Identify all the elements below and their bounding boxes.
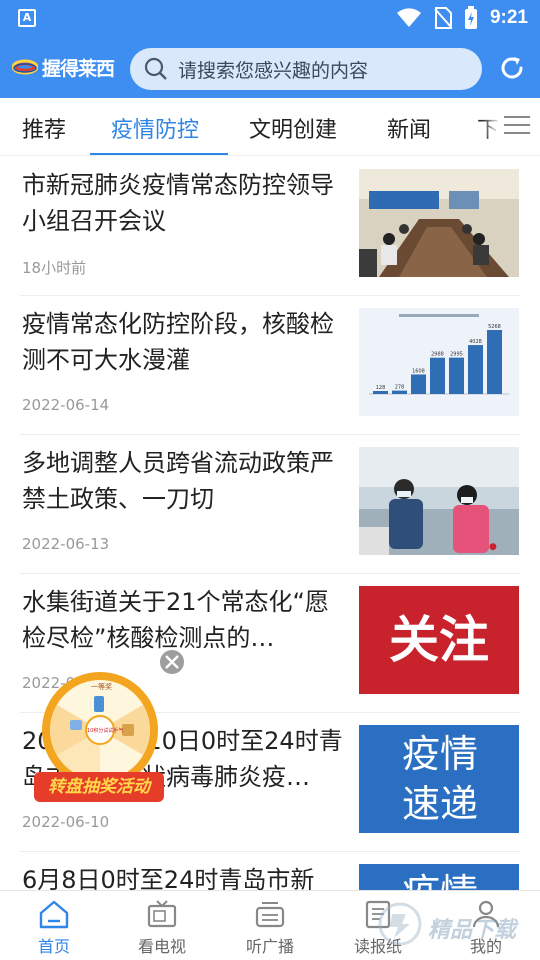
thumb-chart-bar: [468, 345, 483, 394]
active-tab-indicator: [90, 153, 228, 155]
app-logo: 握得莱西: [12, 52, 115, 82]
prize-wheel-icon: 一等奖 10积分试试手气: [42, 672, 158, 788]
battery-icon: [464, 6, 477, 29]
news-item[interactable]: 市新冠肺炎疫情常态防控领导小组召开会议 18小时前: [0, 157, 540, 296]
nav-label: 首页: [37, 937, 70, 956]
wifi-icon: [396, 8, 421, 27]
tile-text: 疫情速递: [401, 732, 478, 826]
epidemic-brief-tile[interactable]: 疫情: [359, 864, 519, 890]
wheel-banner[interactable]: 转盘抽奖活动: [34, 772, 164, 802]
thumb-chart-bar: [411, 374, 426, 394]
news-item[interactable]: 疫情常态化防控阶段，核酸检测不可大水漫灌 2022-06-14 128 278 16…: [0, 296, 540, 435]
radio-icon: [255, 902, 285, 928]
thumb-chart-bar: [449, 357, 464, 394]
nav-tv[interactable]: 看电视: [108, 891, 216, 960]
home-icon: [39, 900, 69, 929]
tile-text: 疫情: [395, 868, 485, 890]
nav-home[interactable]: 首页: [0, 891, 108, 960]
thumb-chart-label: 128: [376, 385, 386, 391]
bar-chart-image[interactable]: 128 278 1608 2988 2995 4028 5268: [359, 308, 519, 416]
channel-menu-icon[interactable]: [500, 112, 534, 142]
close-icon[interactable]: [158, 648, 186, 676]
news-title[interactable]: 6月8日0时至24时青岛市新: [22, 862, 344, 890]
attention-tile[interactable]: 关注: [359, 586, 519, 694]
logo-text: 握得莱西: [42, 57, 115, 80]
search-icon: [144, 57, 167, 80]
tab-epidemic-control[interactable]: 疫情防控: [111, 112, 199, 144]
search-placeholder: 请搜索您感兴趣的内容: [178, 59, 369, 82]
wheel-center-text: 10积分试试手气: [87, 727, 123, 734]
refresh-icon[interactable]: [498, 54, 526, 82]
app-header: 握得莱西 请搜索您感兴趣的内容: [0, 36, 540, 98]
wheel-prize-top: 一等奖: [91, 682, 112, 691]
epidemic-brief-tile[interactable]: 疫情速递: [359, 725, 519, 833]
tab-civilization[interactable]: 文明创建: [249, 112, 337, 144]
nav-radio[interactable]: 听广播: [216, 891, 324, 960]
thumb-chart-label: 2995: [450, 352, 463, 358]
thumb-chart-label: 2988: [431, 352, 444, 358]
nav-label: 看电视: [137, 937, 186, 956]
thumb-chart-label: 278: [395, 385, 405, 391]
thumb-chart-bar: [430, 357, 445, 394]
news-time: 18小时前: [22, 259, 87, 277]
status-bar: A 9:21: [0, 0, 540, 36]
tile-text: 关注: [389, 610, 489, 669]
watermark: 精品下载: [376, 900, 526, 952]
tab-recommend[interactable]: 推荐: [22, 112, 66, 144]
no-sim-icon: [434, 7, 452, 29]
logo-swirl-icon: [12, 59, 38, 75]
news-title[interactable]: 市新冠肺炎疫情常态防控领导小组召开会议: [22, 167, 344, 239]
thumb-chart-bar: [487, 330, 502, 394]
watermark-text: 精品下载: [428, 918, 517, 943]
clock: 9:21: [489, 7, 528, 28]
news-title[interactable]: 多地调整人员跨省流动政策严禁土政策、一刀切: [22, 445, 344, 517]
thumb-chart-bar: [392, 390, 407, 394]
news-time: 2022-06-10: [22, 813, 110, 831]
watermark-logo-icon: [378, 902, 422, 946]
category-tabs: 推荐 疫情防控 文明创建 新闻 下: [0, 98, 540, 156]
tab-more[interactable]: 下: [477, 112, 499, 144]
news-time: 2022-06-13: [22, 535, 110, 553]
nav-label: 听广播: [245, 937, 294, 956]
news-title[interactable]: 疫情常态化防控阶段，核酸检测不可大水漫灌: [22, 306, 344, 378]
notification-app-icon: A: [18, 9, 36, 27]
svg-text:●: ●: [489, 542, 497, 552]
news-item[interactable]: 多地调整人员跨省流动政策严禁土政策、一刀切 2022-06-13 ●: [0, 435, 540, 574]
news-item[interactable]: 6月8日0时至24时青岛市新 疫情: [0, 852, 540, 890]
news-title[interactable]: 水集街道关于21个常态化“愿检尽检”核酸检测点的…: [22, 584, 344, 656]
news-time: 2022-06-14: [22, 396, 110, 414]
status-icons: 9:21: [396, 6, 528, 30]
tv-icon: [147, 900, 177, 928]
thumb-chart-bar: [373, 391, 388, 394]
thumb-chart-label: 4028: [469, 339, 482, 345]
tab-news[interactable]: 新闻: [387, 112, 431, 144]
station-photo[interactable]: ●: [359, 447, 519, 555]
thumb-chart-label: 1608: [412, 368, 425, 374]
meeting-photo[interactable]: [359, 169, 519, 277]
thumb-chart-label: 5268: [488, 324, 501, 330]
lucky-wheel-widget[interactable]: 一等奖 10积分试试手气 转盘抽奖活动: [34, 668, 174, 804]
search-input[interactable]: 请搜索您感兴趣的内容: [130, 48, 482, 90]
